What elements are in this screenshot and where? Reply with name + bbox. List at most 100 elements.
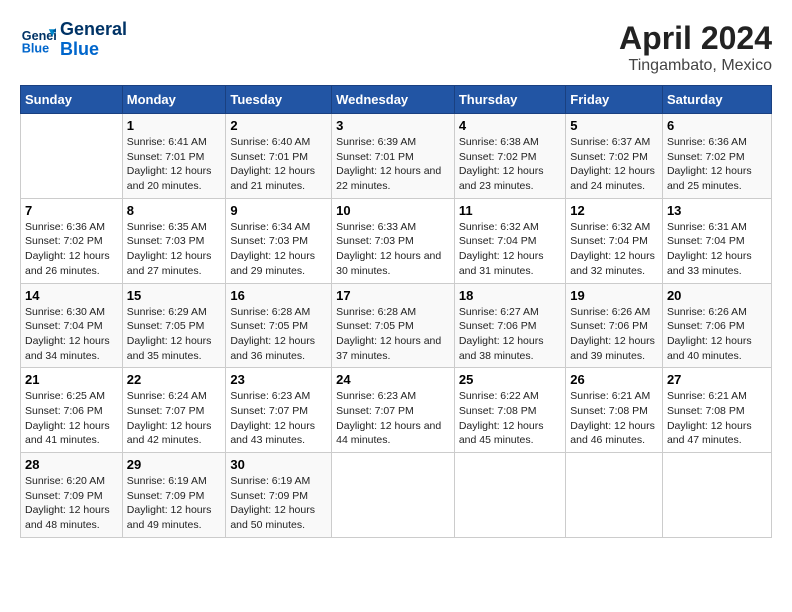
day-number: 23 bbox=[230, 372, 327, 387]
day-number: 28 bbox=[25, 457, 118, 472]
calendar-day-cell: 8 Sunrise: 6:35 AM Sunset: 7:03 PM Daylig… bbox=[122, 198, 226, 283]
day-info: Sunrise: 6:32 AM Sunset: 7:04 PM Dayligh… bbox=[459, 220, 561, 279]
day-info: Sunrise: 6:20 AM Sunset: 7:09 PM Dayligh… bbox=[25, 474, 118, 533]
day-number: 15 bbox=[127, 288, 222, 303]
day-number: 11 bbox=[459, 203, 561, 218]
day-number: 19 bbox=[570, 288, 658, 303]
day-info: Sunrise: 6:23 AM Sunset: 7:07 PM Dayligh… bbox=[230, 389, 327, 448]
calendar-day-cell: 1Sunrise: 6:41 AM Sunset: 7:01 PM Daylig… bbox=[122, 114, 226, 199]
day-number: 17 bbox=[336, 288, 450, 303]
calendar-header-row: SundayMondayTuesdayWednesdayThursdayFrid… bbox=[21, 86, 772, 114]
day-number: 25 bbox=[459, 372, 561, 387]
calendar-day-cell bbox=[332, 453, 455, 538]
calendar-week-row: 28 Sunrise: 6:20 AM Sunset: 7:09 PM Dayli… bbox=[21, 453, 772, 538]
day-of-week-header: Friday bbox=[566, 86, 663, 114]
day-of-week-header: Sunday bbox=[21, 86, 123, 114]
day-info: Sunrise: 6:26 AM Sunset: 7:06 PM Dayligh… bbox=[667, 305, 767, 364]
day-info: Sunrise: 6:39 AM Sunset: 7:01 PM Dayligh… bbox=[336, 135, 450, 194]
day-number: 6 bbox=[667, 118, 767, 133]
day-number: 21 bbox=[25, 372, 118, 387]
calendar-day-cell: 23 Sunrise: 6:23 AM Sunset: 7:07 PM Dayli… bbox=[226, 368, 332, 453]
day-info: Sunrise: 6:21 AM Sunset: 7:08 PM Dayligh… bbox=[570, 389, 658, 448]
day-info: Sunrise: 6:28 AM Sunset: 7:05 PM Dayligh… bbox=[230, 305, 327, 364]
calendar-day-cell: 21 Sunrise: 6:25 AM Sunset: 7:06 PM Dayli… bbox=[21, 368, 123, 453]
calendar-day-cell: 24Sunrise: 6:23 AM Sunset: 7:07 PM Dayli… bbox=[332, 368, 455, 453]
day-number: 7 bbox=[25, 203, 118, 218]
calendar-day-cell: 30 Sunrise: 6:19 AM Sunset: 7:09 PM Dayli… bbox=[226, 453, 332, 538]
day-info: Sunrise: 6:40 AM Sunset: 7:01 PM Dayligh… bbox=[230, 135, 327, 194]
day-number: 12 bbox=[570, 203, 658, 218]
title-area: April 2024 Tingambato, Mexico bbox=[619, 20, 772, 75]
calendar-day-cell: 5 Sunrise: 6:37 AM Sunset: 7:02 PM Daylig… bbox=[566, 114, 663, 199]
day-info: Sunrise: 6:28 AM Sunset: 7:05 PM Dayligh… bbox=[336, 305, 450, 364]
day-number: 20 bbox=[667, 288, 767, 303]
day-of-week-header: Wednesday bbox=[332, 86, 455, 114]
day-number: 30 bbox=[230, 457, 327, 472]
calendar-day-cell: 14Sunrise: 6:30 AM Sunset: 7:04 PM Dayli… bbox=[21, 283, 123, 368]
day-info: Sunrise: 6:21 AM Sunset: 7:08 PM Dayligh… bbox=[667, 389, 767, 448]
day-info: Sunrise: 6:33 AM Sunset: 7:03 PM Dayligh… bbox=[336, 220, 450, 279]
calendar-day-cell: 22Sunrise: 6:24 AM Sunset: 7:07 PM Dayli… bbox=[122, 368, 226, 453]
calendar-day-cell: 27 Sunrise: 6:21 AM Sunset: 7:08 PM Dayli… bbox=[662, 368, 771, 453]
day-info: Sunrise: 6:36 AM Sunset: 7:02 PM Dayligh… bbox=[667, 135, 767, 194]
day-info: Sunrise: 6:25 AM Sunset: 7:06 PM Dayligh… bbox=[25, 389, 118, 448]
calendar-day-cell: 10 Sunrise: 6:33 AM Sunset: 7:03 PM Dayli… bbox=[332, 198, 455, 283]
day-info: Sunrise: 6:31 AM Sunset: 7:04 PM Dayligh… bbox=[667, 220, 767, 279]
day-number: 4 bbox=[459, 118, 561, 133]
logo-general: General bbox=[60, 19, 127, 39]
calendar-day-cell bbox=[662, 453, 771, 538]
day-number: 8 bbox=[127, 203, 222, 218]
day-number: 5 bbox=[570, 118, 658, 133]
day-number: 1 bbox=[127, 118, 222, 133]
calendar-week-row: 1Sunrise: 6:41 AM Sunset: 7:01 PM Daylig… bbox=[21, 114, 772, 199]
day-info: Sunrise: 6:37 AM Sunset: 7:02 PM Dayligh… bbox=[570, 135, 658, 194]
day-number: 29 bbox=[127, 457, 222, 472]
calendar-day-cell: 26 Sunrise: 6:21 AM Sunset: 7:08 PM Dayli… bbox=[566, 368, 663, 453]
svg-text:Blue: Blue bbox=[22, 41, 49, 55]
page-subtitle: Tingambato, Mexico bbox=[619, 57, 772, 75]
calendar-day-cell: 20 Sunrise: 6:26 AM Sunset: 7:06 PM Dayli… bbox=[662, 283, 771, 368]
day-of-week-header: Thursday bbox=[454, 86, 565, 114]
day-number: 2 bbox=[230, 118, 327, 133]
day-info: Sunrise: 6:34 AM Sunset: 7:03 PM Dayligh… bbox=[230, 220, 327, 279]
day-info: Sunrise: 6:36 AM Sunset: 7:02 PM Dayligh… bbox=[25, 220, 118, 279]
calendar-week-row: 21 Sunrise: 6:25 AM Sunset: 7:06 PM Dayli… bbox=[21, 368, 772, 453]
day-info: Sunrise: 6:35 AM Sunset: 7:03 PM Dayligh… bbox=[127, 220, 222, 279]
calendar-day-cell: 4Sunrise: 6:38 AM Sunset: 7:02 PM Daylig… bbox=[454, 114, 565, 199]
day-of-week-header: Saturday bbox=[662, 86, 771, 114]
day-info: Sunrise: 6:29 AM Sunset: 7:05 PM Dayligh… bbox=[127, 305, 222, 364]
day-number: 24 bbox=[336, 372, 450, 387]
calendar-day-cell: 15 Sunrise: 6:29 AM Sunset: 7:05 PM Dayli… bbox=[122, 283, 226, 368]
day-number: 27 bbox=[667, 372, 767, 387]
day-number: 14 bbox=[25, 288, 118, 303]
calendar-day-cell: 29Sunrise: 6:19 AM Sunset: 7:09 PM Dayli… bbox=[122, 453, 226, 538]
calendar-day-cell: 9Sunrise: 6:34 AM Sunset: 7:03 PM Daylig… bbox=[226, 198, 332, 283]
calendar-day-cell bbox=[454, 453, 565, 538]
day-of-week-header: Monday bbox=[122, 86, 226, 114]
day-number: 13 bbox=[667, 203, 767, 218]
day-info: Sunrise: 6:19 AM Sunset: 7:09 PM Dayligh… bbox=[230, 474, 327, 533]
calendar-day-cell: 7 Sunrise: 6:36 AM Sunset: 7:02 PM Daylig… bbox=[21, 198, 123, 283]
calendar-day-cell: 13 Sunrise: 6:31 AM Sunset: 7:04 PM Dayli… bbox=[662, 198, 771, 283]
calendar-day-cell: 19 Sunrise: 6:26 AM Sunset: 7:06 PM Dayli… bbox=[566, 283, 663, 368]
day-number: 18 bbox=[459, 288, 561, 303]
calendar-day-cell: 25 Sunrise: 6:22 AM Sunset: 7:08 PM Dayli… bbox=[454, 368, 565, 453]
day-number: 16 bbox=[230, 288, 327, 303]
calendar-day-cell: 11 Sunrise: 6:32 AM Sunset: 7:04 PM Dayli… bbox=[454, 198, 565, 283]
calendar-day-cell: 6 Sunrise: 6:36 AM Sunset: 7:02 PM Daylig… bbox=[662, 114, 771, 199]
calendar-week-row: 7 Sunrise: 6:36 AM Sunset: 7:02 PM Daylig… bbox=[21, 198, 772, 283]
calendar-week-row: 14Sunrise: 6:30 AM Sunset: 7:04 PM Dayli… bbox=[21, 283, 772, 368]
day-number: 10 bbox=[336, 203, 450, 218]
calendar-day-cell: 3 Sunrise: 6:39 AM Sunset: 7:01 PM Daylig… bbox=[332, 114, 455, 199]
calendar-day-cell: 17 Sunrise: 6:28 AM Sunset: 7:05 PM Dayli… bbox=[332, 283, 455, 368]
calendar-table: SundayMondayTuesdayWednesdayThursdayFrid… bbox=[20, 85, 772, 538]
day-info: Sunrise: 6:26 AM Sunset: 7:06 PM Dayligh… bbox=[570, 305, 658, 364]
day-number: 3 bbox=[336, 118, 450, 133]
day-number: 26 bbox=[570, 372, 658, 387]
day-info: Sunrise: 6:22 AM Sunset: 7:08 PM Dayligh… bbox=[459, 389, 561, 448]
day-info: Sunrise: 6:32 AM Sunset: 7:04 PM Dayligh… bbox=[570, 220, 658, 279]
logo: General Blue General Blue bbox=[20, 20, 127, 60]
logo-blue: Blue bbox=[60, 39, 99, 59]
calendar-day-cell: 12 Sunrise: 6:32 AM Sunset: 7:04 PM Dayli… bbox=[566, 198, 663, 283]
day-info: Sunrise: 6:27 AM Sunset: 7:06 PM Dayligh… bbox=[459, 305, 561, 364]
